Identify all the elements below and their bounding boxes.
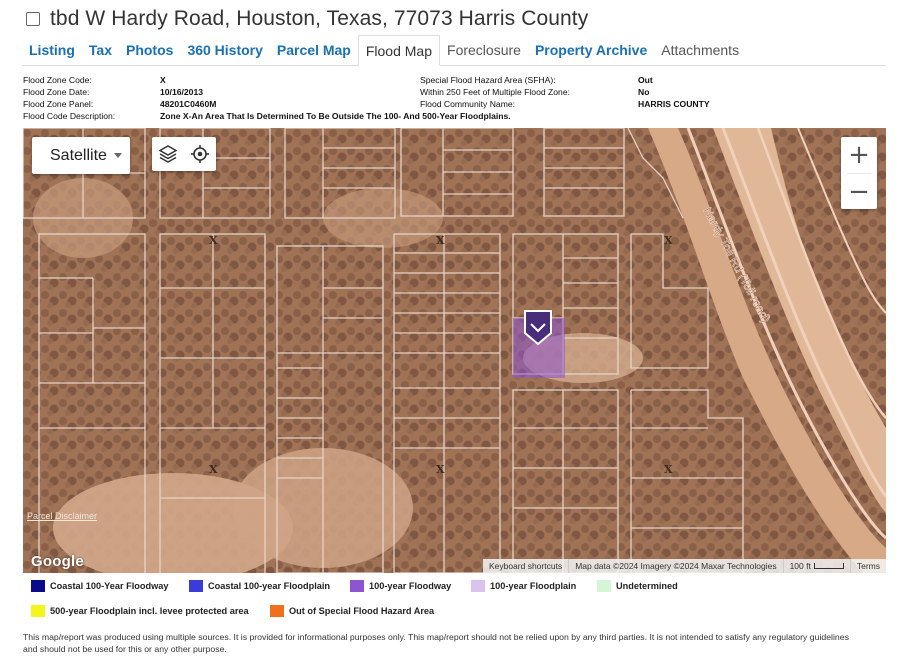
locate-button[interactable] <box>184 137 216 171</box>
terms-link[interactable]: Terms <box>850 559 886 573</box>
legend-label: Coastal 100-year Floodplain <box>208 581 330 591</box>
map-data-credit: Map data ©2024 Imagery ©2024 Maxar Techn… <box>568 559 782 573</box>
zone-marker-x: X <box>209 463 218 476</box>
tab-flood-map[interactable]: Flood Map <box>358 35 440 66</box>
tab-property-archive[interactable]: Property Archive <box>528 35 654 65</box>
legend-swatch <box>31 580 45 592</box>
legend-label: Coastal 100-Year Floodway <box>50 581 168 591</box>
zone-marker-x: X <box>436 234 445 247</box>
google-logo: Google <box>31 553 84 570</box>
legend-label: 100-year Floodplain <box>490 581 576 591</box>
legend-item: Undetermined <box>597 580 678 592</box>
legend-swatch <box>597 580 611 592</box>
legend-item: Coastal 100-Year Floodway <box>31 580 168 592</box>
zone-marker-x: X <box>209 234 218 247</box>
zoom-in-button[interactable]: + <box>841 137 877 173</box>
legend-label: Undetermined <box>616 581 678 591</box>
parcel-disclaimer-link[interactable]: Parcel Disclaimer <box>27 511 97 521</box>
legend-label: 100-year Floodway <box>369 581 451 591</box>
scale-bar-graphic <box>814 563 844 569</box>
map-tools <box>152 137 216 171</box>
zone-panel-label: Flood Zone Panel: <box>23 98 160 110</box>
legend-item: 100-year Floodplain <box>471 580 576 592</box>
sfha-label: Special Flood Hazard Area (SFHA): <box>420 74 638 86</box>
title-row: tbd W Hardy Road, Houston, Texas, 77073 … <box>26 6 588 32</box>
legend-swatch <box>31 605 45 617</box>
select-checkbox[interactable] <box>26 12 40 26</box>
zone-panel-value: 48201C0460M <box>160 98 216 110</box>
layers-icon <box>158 144 178 164</box>
scale-label: 100 ft <box>790 559 811 573</box>
community-label: Flood Community Name: <box>420 98 638 110</box>
legend-swatch <box>270 605 284 617</box>
legend-swatch <box>350 580 364 592</box>
legend-swatch <box>471 580 485 592</box>
page-title: tbd W Hardy Road, Houston, Texas, 77073 … <box>50 7 588 31</box>
tab-tax[interactable]: Tax <box>82 35 119 65</box>
zone-marker-x: X <box>436 463 445 476</box>
zoom-out-button[interactable]: − <box>841 174 877 210</box>
within-250-label: Within 250 Feet of Multiple Flood Zone: <box>420 86 638 98</box>
legend-item: Out of Special Flood Hazard Area <box>270 605 434 617</box>
zone-marker-x: X <box>664 463 673 476</box>
zone-code-value: X <box>160 74 166 86</box>
community-value: HARRIS COUNTY <box>638 98 710 110</box>
tab-parcel-map[interactable]: Parcel Map <box>270 35 358 65</box>
tab-foreclosure[interactable]: Foreclosure <box>440 35 528 65</box>
tab-attachments[interactable]: Attachments <box>654 35 746 65</box>
zoom-control: + − <box>841 137 877 209</box>
chevron-down-icon <box>114 153 122 158</box>
tab-listing[interactable]: Listing <box>22 35 82 65</box>
code-desc-label: Flood Code Description: <box>23 110 160 122</box>
zone-date-value: 10/16/2013 <box>160 86 203 98</box>
disclaimer-note: This map/report was produced using multi… <box>23 631 863 655</box>
map-imagery: Hardy Toll Rd (Toll road) <box>23 128 886 573</box>
locate-icon <box>190 144 210 164</box>
code-desc-value: Zone X-An Area That Is Determined To Be … <box>160 110 511 122</box>
legend-swatch <box>189 580 203 592</box>
flood-info-right: Special Flood Hazard Area (SFHA):Out Wit… <box>420 74 710 110</box>
layers-button[interactable] <box>152 137 184 171</box>
zone-code-label: Flood Zone Code: <box>23 74 160 86</box>
legend-item: 500-year Floodplain incl. levee protecte… <box>31 605 249 617</box>
map-type-selector[interactable]: Satellite <box>32 137 130 174</box>
keyboard-shortcuts-link[interactable]: Keyboard shortcuts <box>483 559 568 573</box>
map-attribution: Keyboard shortcuts Map data ©2024 Imager… <box>483 559 886 573</box>
zone-marker-x: X <box>664 234 673 247</box>
legend-item: 100-year Floodway <box>350 580 451 592</box>
legend-label: 500-year Floodplain incl. levee protecte… <box>50 606 249 616</box>
map-type-label: Satellite <box>50 147 107 165</box>
zone-date-label: Flood Zone Date: <box>23 86 160 98</box>
flood-map[interactable]: Hardy Toll Rd (Toll road) <box>23 128 886 573</box>
legend-label: Out of Special Flood Hazard Area <box>289 606 434 616</box>
tab-photos[interactable]: Photos <box>119 35 180 65</box>
legend-item: Coastal 100-year Floodplain <box>189 580 330 592</box>
within-250-value: No <box>638 86 649 98</box>
tab-360-history[interactable]: 360 History <box>180 35 269 65</box>
scale-bar[interactable]: 100 ft <box>783 559 850 573</box>
sfha-value: Out <box>638 74 653 86</box>
tab-bar: Listing Tax Photos 360 History Parcel Ma… <box>22 35 886 66</box>
